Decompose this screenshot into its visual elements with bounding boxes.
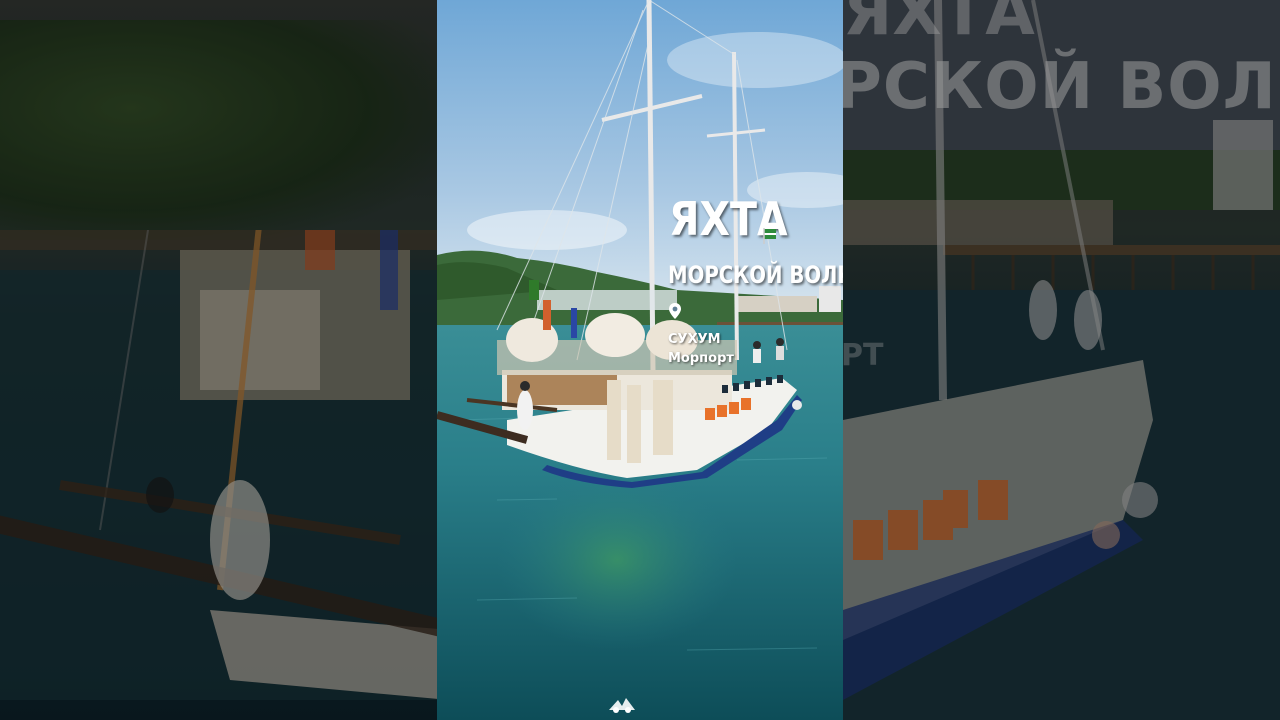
watermark-logo-icon — [609, 698, 635, 713]
blurred-background-left — [0, 0, 437, 720]
location-place: Морпорт — [668, 351, 734, 366]
flag-icon — [763, 228, 776, 244]
dim-overlay — [0, 0, 437, 720]
overlay-subtitle: МОРСКОЙ ВОЛК — [668, 261, 843, 289]
yacht-photo — [437, 0, 843, 720]
location-city: СУХУМ — [668, 332, 721, 347]
map-pin-icon — [669, 303, 681, 319]
blurred-background-right: ЯХТА РСКОЙ ВОЛК РТ — [843, 0, 1280, 720]
dim-overlay — [843, 0, 1280, 720]
video-player[interactable]: ЯХТА МОРСКОЙ ВОЛК СУХУМ Морпорт ЯХТА РСК… — [0, 0, 1280, 720]
video-frame: ЯХТА МОРСКОЙ ВОЛК СУХУМ Морпорт — [437, 0, 843, 720]
